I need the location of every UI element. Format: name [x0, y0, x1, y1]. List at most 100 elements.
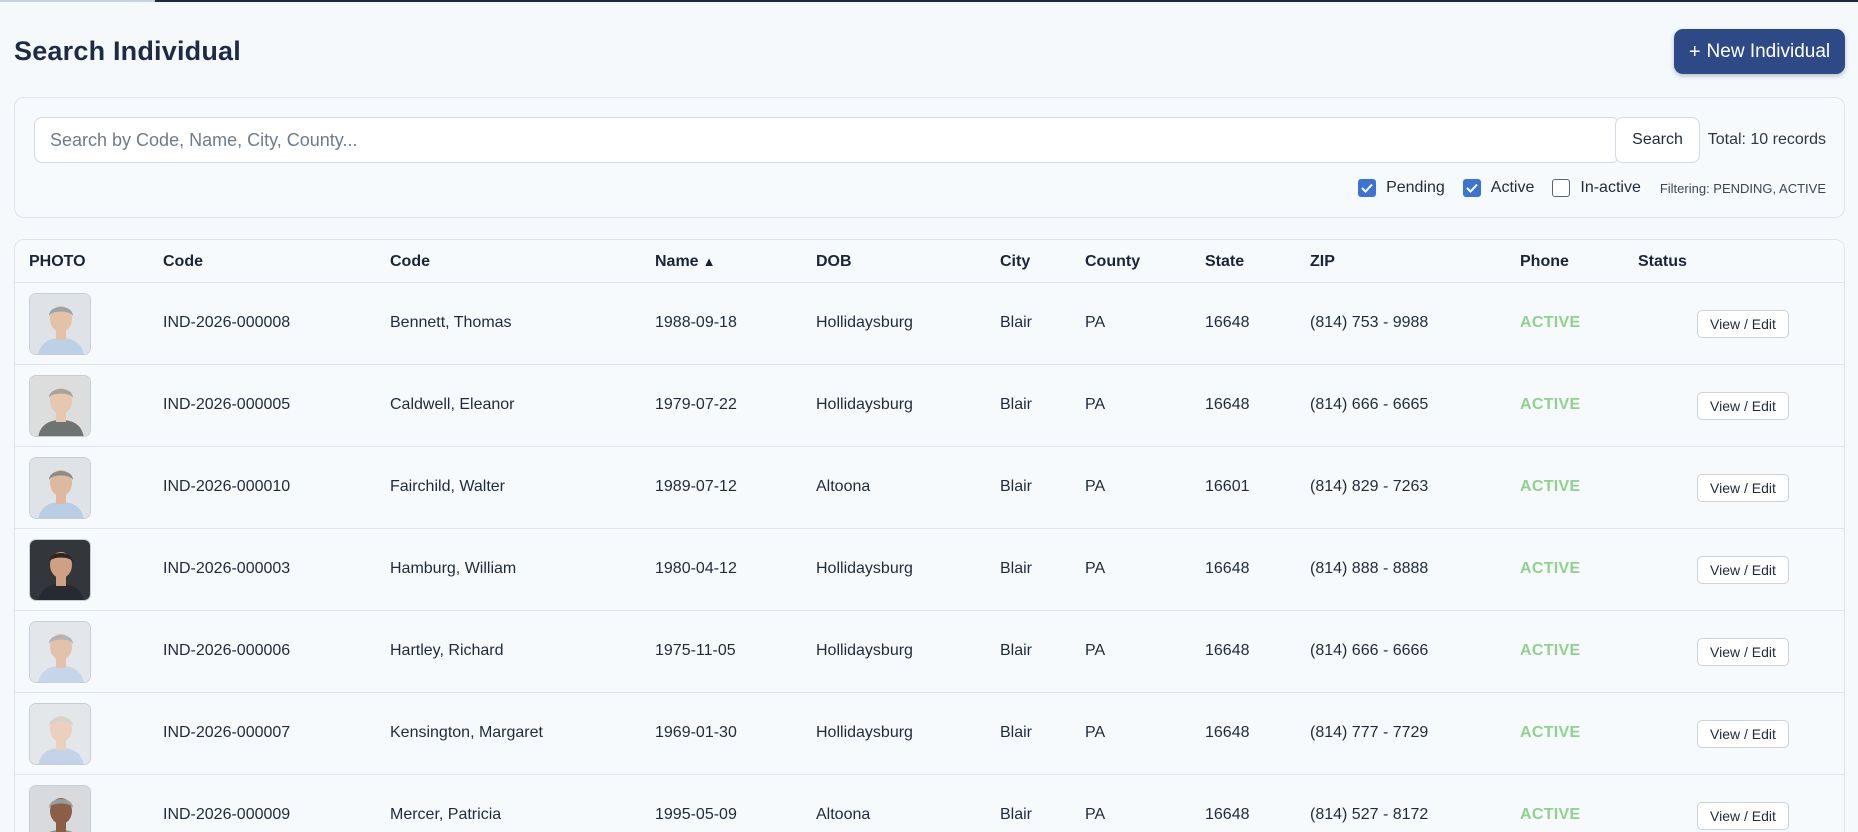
filtering-summary: Filtering: PENDING, ACTIVE [1659, 180, 1826, 196]
header-name-label: Name [655, 253, 699, 270]
filter-pending[interactable]: Pending [1358, 179, 1445, 197]
cell-status: ACTIVE [1520, 396, 1581, 413]
cell-state: PA [1085, 724, 1106, 741]
cell-county: Blair [1000, 314, 1033, 331]
table-row: IND-2026-000005 Caldwell, Eleanor 1979-07-… [15, 365, 1844, 447]
cell-state: PA [1085, 642, 1106, 659]
avatar-portrait-icon [30, 376, 90, 436]
cell-zip: 16648 [1205, 314, 1250, 331]
search-filter-card: Search Total: 10 records Pending Active … [14, 97, 1845, 218]
filter-active[interactable]: Active [1462, 179, 1535, 197]
cell-code: IND-2026-000005 [163, 396, 291, 413]
cell-phone: (814) 777 - 7729 [1310, 724, 1429, 741]
cell-city: Hollidaysburg [816, 642, 913, 659]
cell-status: ACTIVE [1520, 560, 1581, 577]
cell-status: ACTIVE [1520, 314, 1581, 331]
view-edit-button[interactable]: View / Edit [1697, 310, 1789, 338]
avatar [29, 293, 91, 355]
header-photo: PHOTO [29, 253, 86, 270]
top-progress-segment [0, 0, 155, 2]
pending-label: Pending [1386, 179, 1445, 196]
cell-city: Altoona [816, 806, 871, 823]
inactive-checkbox[interactable] [1552, 179, 1571, 197]
avatar [29, 703, 91, 765]
cell-phone: (814) 666 - 6666 [1310, 642, 1429, 659]
cell-dob: 1980-04-12 [655, 560, 737, 577]
avatar [29, 785, 91, 832]
view-edit-button[interactable]: View / Edit [1697, 638, 1789, 666]
avatar-portrait-icon [30, 786, 90, 832]
cell-name: Fairchild, Walter [390, 478, 505, 495]
cell-code: IND-2026-000008 [163, 314, 291, 331]
check-icon [1361, 183, 1373, 193]
cell-code: IND-2026-000010 [163, 478, 291, 495]
cell-state: PA [1085, 314, 1106, 331]
table-row: IND-2026-000007 Kensington, Margaret 1969-… [15, 693, 1844, 775]
cell-dob: 1979-07-22 [655, 396, 737, 413]
cell-name: Mercer, Patricia [390, 806, 502, 823]
header-dob[interactable]: DOB [816, 253, 852, 271]
cell-state: PA [1085, 560, 1106, 577]
header-phone[interactable]: Phone [1520, 253, 1569, 271]
check-icon [1466, 183, 1478, 193]
cell-county: Blair [1000, 478, 1033, 495]
plus-icon: + [1688, 40, 1701, 63]
cell-dob: 1975-11-05 [655, 642, 736, 659]
cell-phone: (814) 753 - 9988 [1310, 314, 1429, 331]
cell-zip: 16601 [1205, 478, 1250, 495]
cell-status: ACTIVE [1520, 806, 1581, 823]
view-edit-button[interactable]: View / Edit [1697, 720, 1789, 748]
header-name[interactable]: Name ▲ [655, 253, 715, 271]
header-county[interactable]: County [1085, 253, 1140, 271]
cell-phone: (814) 829 - 7263 [1310, 478, 1429, 495]
avatar-portrait-icon [30, 622, 90, 682]
avatar [29, 621, 91, 683]
total-records: Total: 10 records [1707, 131, 1826, 148]
header-city[interactable]: City [1000, 253, 1030, 271]
active-checkbox[interactable] [1462, 179, 1481, 197]
cell-county: Blair [1000, 642, 1033, 659]
cell-name: Caldwell, Eleanor [390, 396, 515, 413]
view-edit-button[interactable]: View / Edit [1697, 392, 1789, 420]
pending-checkbox[interactable] [1358, 179, 1377, 197]
table-row: IND-2026-000008 Bennett, Thomas 1988-09-18… [15, 283, 1844, 365]
cell-status: ACTIVE [1520, 642, 1581, 659]
cell-county: Blair [1000, 724, 1033, 741]
cell-status: ACTIVE [1520, 724, 1581, 741]
sort-asc-icon: ▲ [702, 254, 716, 269]
cell-code: IND-2026-000006 [163, 642, 291, 659]
table-row: IND-2026-000010 Fairchild, Walter 1989-07-… [15, 447, 1844, 529]
cell-city: Hollidaysburg [816, 314, 913, 331]
search-button[interactable]: Search [1615, 117, 1700, 163]
avatar [29, 375, 91, 437]
view-edit-button[interactable]: View / Edit [1697, 556, 1789, 584]
individuals-table: PHOTO Code Code Name ▲ DOB City County St… [14, 239, 1845, 832]
cell-dob: 1995-05-09 [655, 806, 737, 823]
active-label: Active [1490, 179, 1535, 196]
view-edit-button[interactable]: View / Edit [1697, 474, 1789, 502]
search-input[interactable] [34, 117, 1620, 163]
cell-zip: 16648 [1205, 806, 1250, 823]
header-state[interactable]: State [1205, 253, 1244, 271]
cell-dob: 1969-01-30 [655, 724, 737, 741]
page-title: Search Individual [14, 36, 241, 66]
new-individual-button[interactable]: + New Individual [1674, 29, 1845, 74]
cell-code: IND-2026-000003 [163, 560, 291, 577]
header-code-2[interactable]: Code [390, 253, 430, 271]
cell-name: Hartley, Richard [390, 642, 504, 659]
avatar [29, 457, 91, 519]
filter-inactive[interactable]: In-active [1552, 179, 1641, 197]
cell-state: PA [1085, 396, 1106, 413]
cell-city: Hollidaysburg [816, 396, 913, 413]
cell-county: Blair [1000, 396, 1033, 413]
cell-name: Bennett, Thomas [390, 314, 512, 331]
cell-zip: 16648 [1205, 642, 1250, 659]
cell-dob: 1989-07-12 [655, 478, 737, 495]
cell-code: IND-2026-000009 [163, 806, 291, 823]
header-code[interactable]: Code [163, 253, 203, 271]
inactive-label: In-active [1580, 179, 1641, 196]
view-edit-button[interactable]: View / Edit [1697, 802, 1789, 830]
header-zip[interactable]: ZIP [1310, 253, 1335, 271]
header-status[interactable]: Status [1638, 253, 1687, 271]
cell-phone: (814) 666 - 6665 [1310, 396, 1429, 413]
